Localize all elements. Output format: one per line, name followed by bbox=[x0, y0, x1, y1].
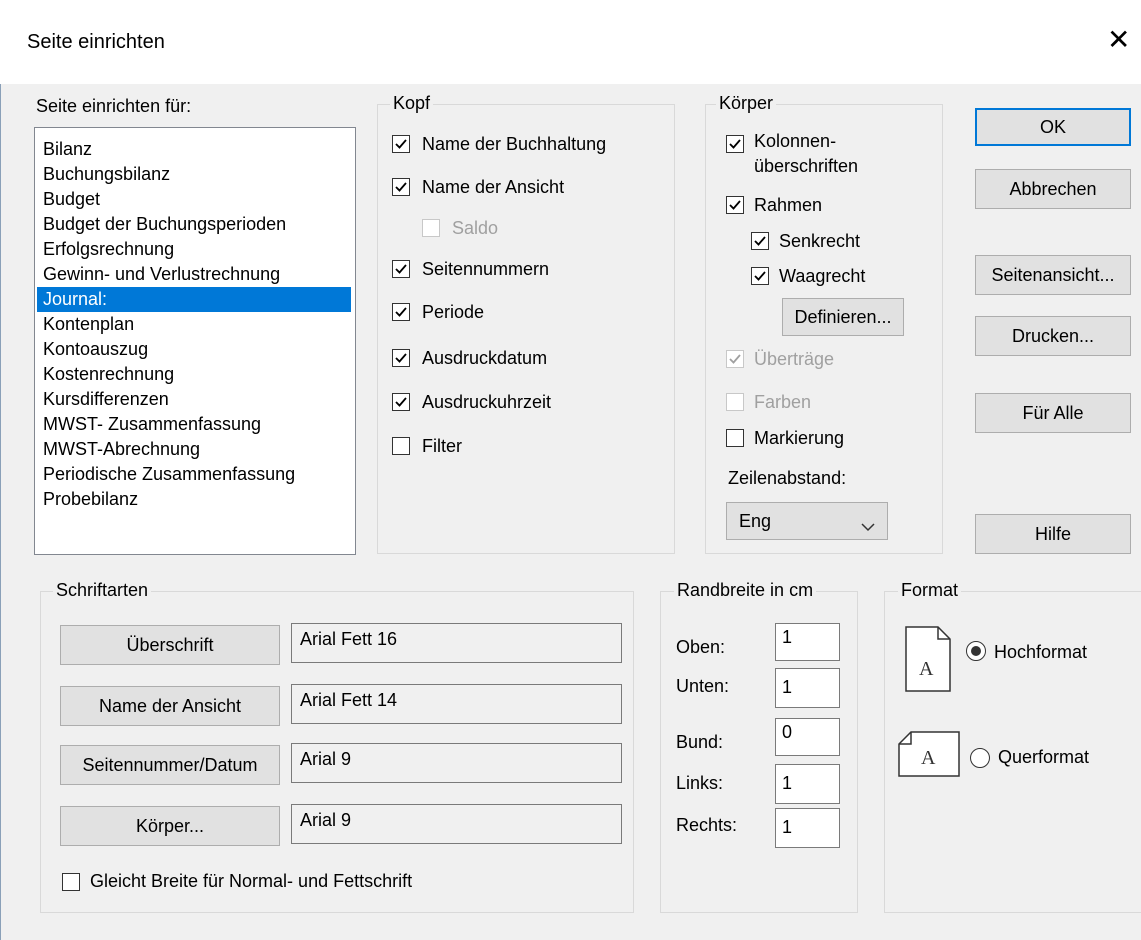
links-label: Links: bbox=[676, 773, 724, 793]
ok-button[interactable]: OK bbox=[975, 108, 1131, 146]
markierung-label: Markierung bbox=[754, 428, 845, 448]
querformat-label: Querformat bbox=[998, 747, 1090, 767]
bund-input[interactable]: 0 bbox=[775, 718, 840, 756]
gleiche-breite-checkbox[interactable] bbox=[62, 873, 80, 891]
rechts-input[interactable]: 1 bbox=[775, 808, 840, 848]
seitenansicht-button[interactable]: Seitenansicht... bbox=[975, 255, 1131, 295]
periode-checkbox[interactable] bbox=[392, 303, 410, 321]
seitennummern-label: Seitennummern bbox=[422, 259, 550, 279]
senkrecht-checkbox[interactable] bbox=[751, 232, 769, 250]
name-ansicht-font-button[interactable]: Name der Ansicht bbox=[60, 686, 280, 726]
list-item[interactable]: Periodische Zusammenfassung bbox=[37, 462, 351, 487]
kopf-group bbox=[377, 104, 675, 554]
drucken-button[interactable]: Drucken... bbox=[975, 316, 1131, 356]
oben-label: Oben: bbox=[676, 637, 726, 657]
setup-for-listbox[interactable]: Bilanz Buchungsbilanz Budget Budget der … bbox=[34, 127, 356, 555]
unten-label: Unten: bbox=[676, 676, 730, 696]
kolonnen-checkbox[interactable] bbox=[726, 135, 744, 153]
filter-checkbox[interactable] bbox=[392, 437, 410, 455]
unten-input[interactable]: 1 bbox=[775, 668, 840, 708]
list-item[interactable]: MWST- Zusammenfassung bbox=[37, 412, 351, 437]
ausdruckdatum-checkbox[interactable] bbox=[392, 349, 410, 367]
filter-label: Filter bbox=[422, 436, 462, 456]
definieren-button[interactable]: Definieren... bbox=[782, 298, 904, 336]
waagrecht-checkbox[interactable] bbox=[751, 267, 769, 285]
setup-for-label: Seite einrichten für: bbox=[36, 96, 192, 116]
hochformat-radio[interactable] bbox=[966, 641, 986, 661]
saldo-checkbox[interactable] bbox=[422, 219, 440, 237]
kolonnen-label-line1: Kolonnen- bbox=[754, 131, 837, 151]
periode-label: Periode bbox=[422, 302, 485, 322]
ausdruckdatum-label: Ausdruckdatum bbox=[422, 348, 548, 368]
close-icon[interactable]: ✕ bbox=[1107, 26, 1130, 54]
name-buchhaltung-checkbox[interactable] bbox=[392, 135, 410, 153]
zeilenabstand-value: Eng bbox=[739, 511, 772, 531]
list-item[interactable]: MWST-Abrechnung bbox=[37, 437, 351, 462]
rechts-label: Rechts: bbox=[676, 815, 738, 835]
gleiche-breite-label: Gleicht Breite für Normal- und Fettschri… bbox=[90, 871, 413, 891]
kopf-group-title: Kopf bbox=[390, 93, 434, 114]
links-input[interactable]: 1 bbox=[775, 764, 840, 804]
list-item[interactable]: Buchungsbilanz bbox=[37, 162, 351, 187]
rahmen-label: Rahmen bbox=[754, 195, 823, 215]
hochformat-label: Hochformat bbox=[994, 642, 1088, 662]
landscape-page-letter: A bbox=[921, 747, 936, 769]
list-item[interactable]: Kontoauszug bbox=[37, 337, 351, 362]
list-item[interactable]: Bilanz bbox=[37, 137, 351, 162]
list-item[interactable]: Gewinn- und Verlustrechnung bbox=[37, 262, 351, 287]
saldo-label: Saldo bbox=[452, 218, 499, 238]
randbreite-group-title: Randbreite in cm bbox=[674, 580, 817, 601]
hilfe-button[interactable]: Hilfe bbox=[975, 514, 1131, 554]
list-item[interactable]: Kursdifferenzen bbox=[37, 387, 351, 412]
name-buchhaltung-label: Name der Buchhaltung bbox=[422, 134, 607, 154]
waagrecht-label: Waagrecht bbox=[779, 266, 866, 286]
list-item[interactable]: Kostenrechnung bbox=[37, 362, 351, 387]
name-ansicht-label: Name der Ansicht bbox=[422, 177, 565, 197]
fuer-alle-button[interactable]: Für Alle bbox=[975, 393, 1131, 433]
title-bar bbox=[0, 0, 1141, 84]
landscape-page-icon: A bbox=[897, 730, 961, 783]
list-item[interactable]: Budget der Buchungsperioden bbox=[37, 212, 351, 237]
uebertraege-label: Überträge bbox=[754, 349, 835, 369]
ausdruckuhrzeit-checkbox[interactable] bbox=[392, 393, 410, 411]
koerper-font-field: Arial 9 bbox=[291, 804, 622, 844]
zeilenabstand-select[interactable]: Eng bbox=[726, 502, 888, 540]
format-group-title: Format bbox=[898, 580, 962, 601]
kolonnen-label-line2: überschriften bbox=[754, 156, 859, 176]
koerper-font-button[interactable]: Körper... bbox=[60, 806, 280, 846]
senkrecht-label: Senkrecht bbox=[779, 231, 861, 251]
seitennummer-datum-font-field: Arial 9 bbox=[291, 743, 622, 783]
querformat-radio[interactable] bbox=[970, 748, 990, 768]
abbrechen-button[interactable]: Abbrechen bbox=[975, 169, 1131, 209]
chevron-down-icon bbox=[861, 516, 875, 537]
oben-input[interactable]: 1 bbox=[775, 623, 840, 661]
rahmen-checkbox[interactable] bbox=[726, 196, 744, 214]
portrait-page-icon: A bbox=[904, 625, 952, 698]
farben-checkbox[interactable] bbox=[726, 393, 744, 411]
list-item[interactable]: Probebilanz bbox=[37, 487, 351, 512]
ueberschrift-font-button[interactable]: Überschrift bbox=[60, 625, 280, 665]
schriftarten-group-title: Schriftarten bbox=[53, 580, 152, 601]
uebertraege-checkbox[interactable] bbox=[726, 350, 744, 368]
seitennummern-checkbox[interactable] bbox=[392, 260, 410, 278]
window-border bbox=[0, 84, 1, 940]
list-item[interactable]: Budget bbox=[37, 187, 351, 212]
ueberschrift-font-field: Arial Fett 16 bbox=[291, 623, 622, 663]
portrait-page-letter: A bbox=[919, 658, 934, 680]
farben-label: Farben bbox=[754, 392, 812, 412]
list-item-selected[interactable]: Journal: bbox=[37, 287, 351, 312]
name-ansicht-checkbox[interactable] bbox=[392, 178, 410, 196]
ausdruckuhrzeit-label: Ausdruckuhrzeit bbox=[422, 392, 552, 412]
dialog-title: Seite einrichten bbox=[27, 31, 165, 53]
list-item[interactable]: Erfolgsrechnung bbox=[37, 237, 351, 262]
koerper-group-title: Körper bbox=[716, 93, 777, 114]
name-ansicht-font-field: Arial Fett 14 bbox=[291, 684, 622, 724]
seitennummer-datum-font-button[interactable]: Seitennummer/Datum bbox=[60, 745, 280, 785]
list-item[interactable]: Kontenplan bbox=[37, 312, 351, 337]
markierung-checkbox[interactable] bbox=[726, 429, 744, 447]
bund-label: Bund: bbox=[676, 732, 724, 752]
zeilenabstand-label: Zeilenabstand: bbox=[728, 468, 847, 488]
